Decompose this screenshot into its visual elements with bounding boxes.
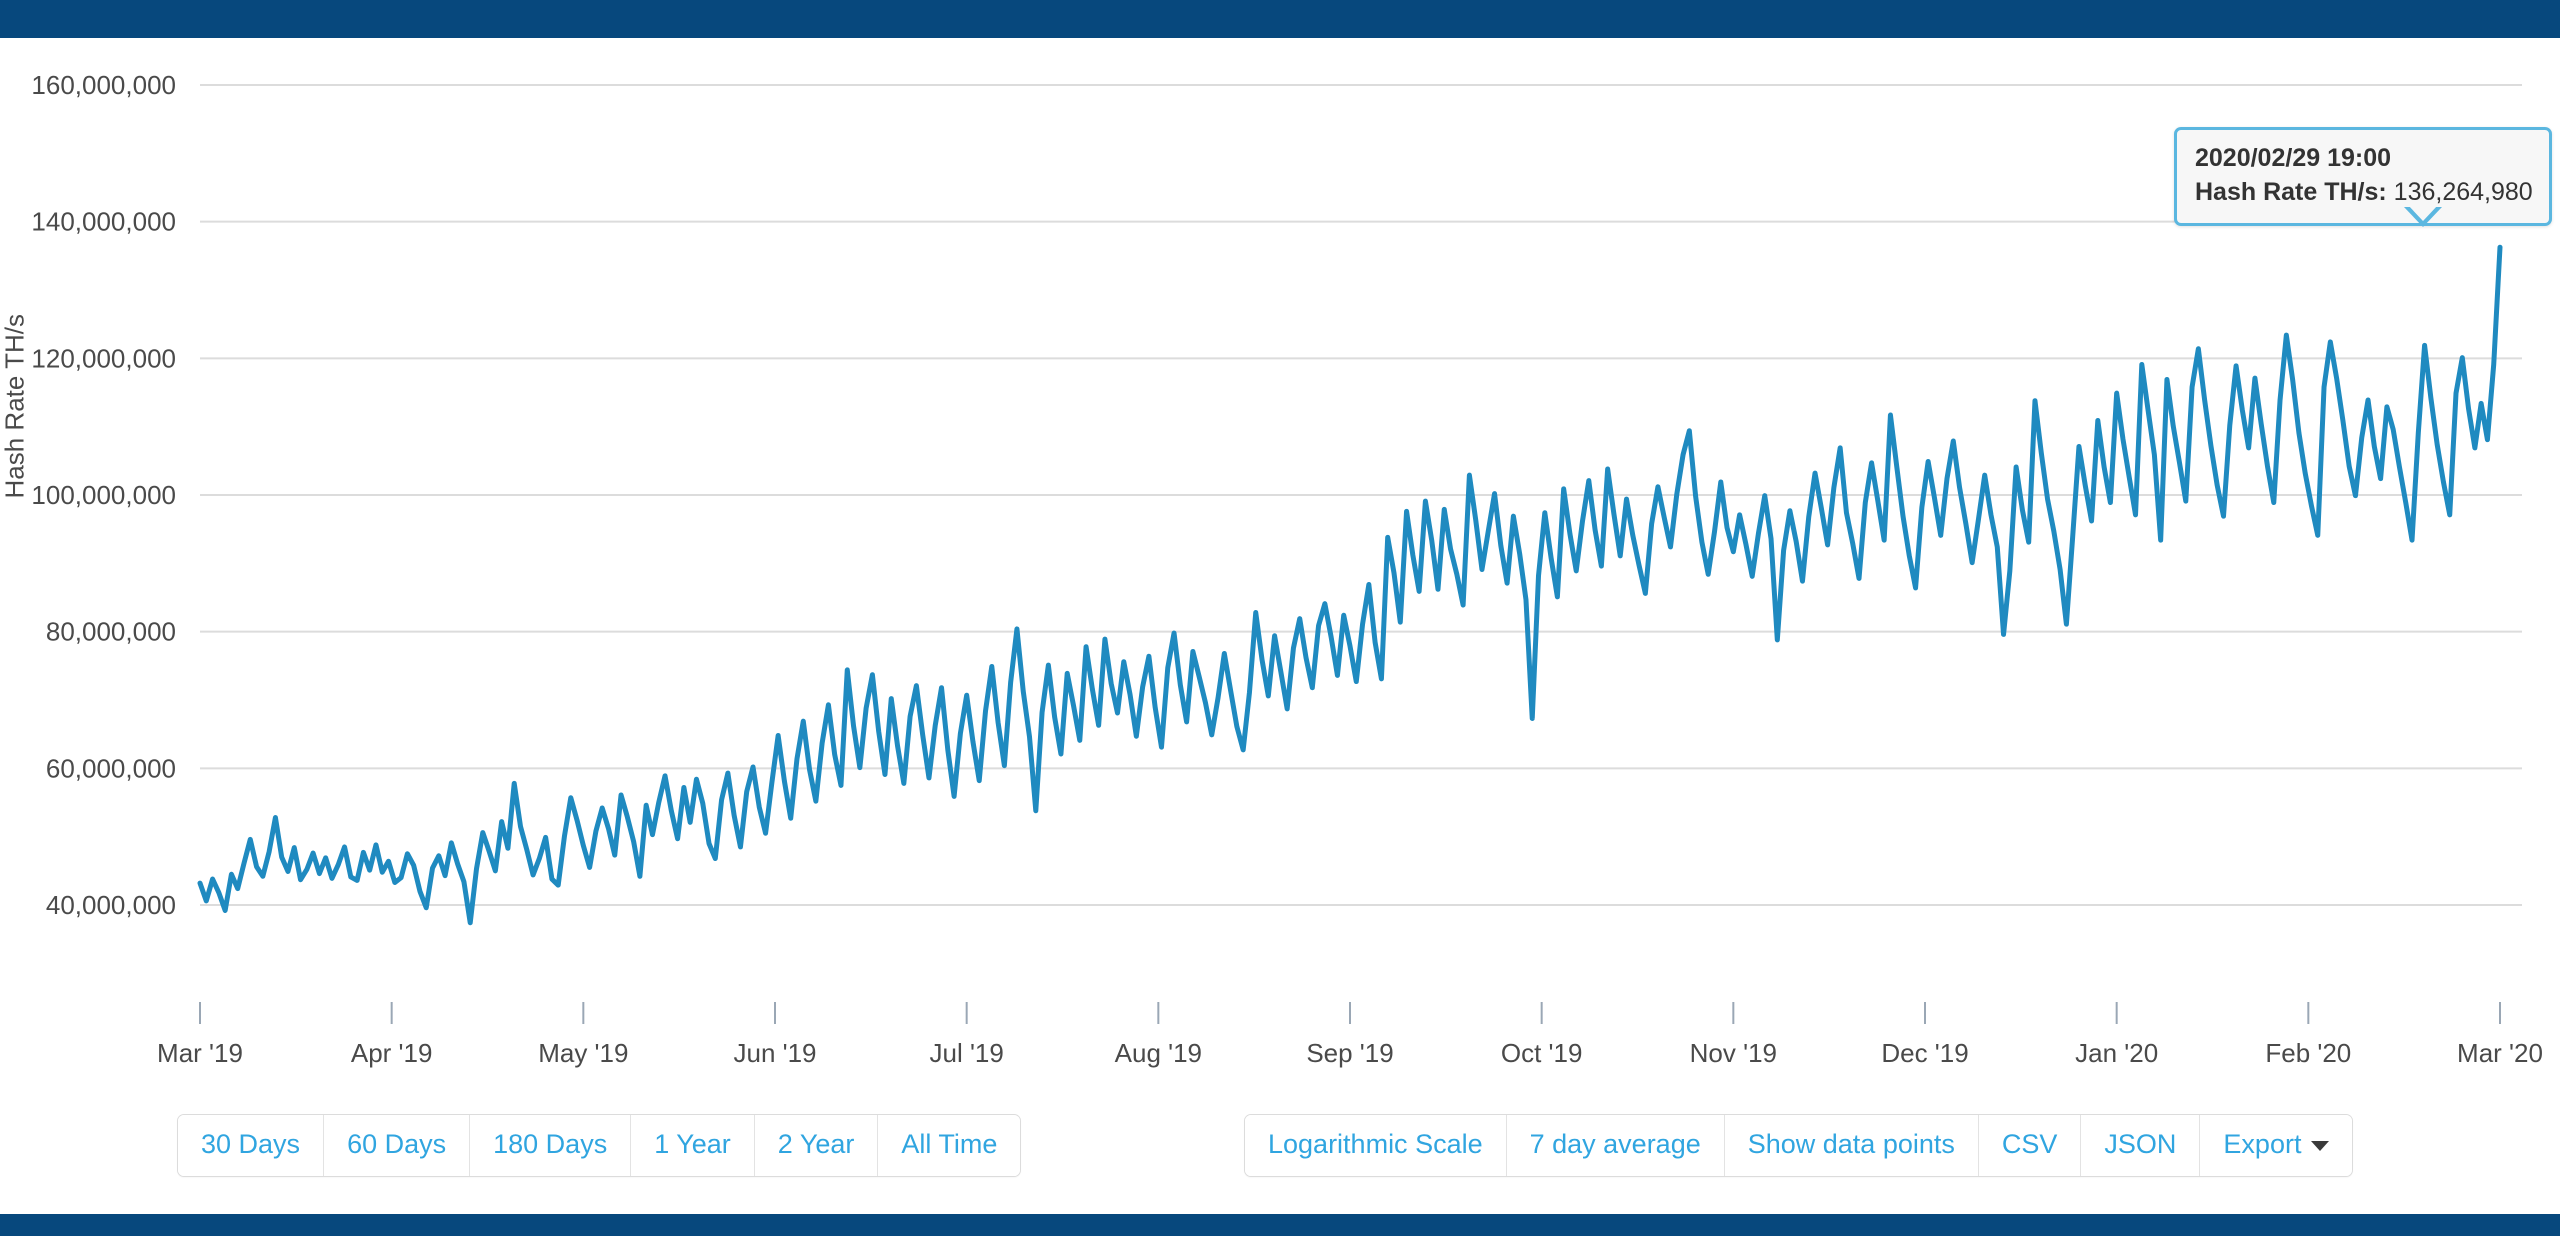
tooltip-separator: : bbox=[2378, 177, 2394, 206]
y-axis-tick-label: 140,000,000 bbox=[31, 207, 176, 237]
x-axis-tick-label: Aug '19 bbox=[1115, 1038, 1202, 1068]
button-label: 1 Year bbox=[654, 1129, 731, 1159]
y-axis-tick-label: 120,000,000 bbox=[31, 343, 176, 373]
tooltip-series-label: Hash Rate TH/s bbox=[2195, 177, 2379, 206]
tooltip-pointer-fill bbox=[2408, 205, 2438, 221]
chart-tooltip: 2020/02/29 19:00 Hash Rate TH/s: 136,264… bbox=[2174, 127, 2552, 226]
option-button-json[interactable]: JSON bbox=[2081, 1115, 2201, 1177]
x-axis-tick-label: Dec '19 bbox=[1881, 1038, 1968, 1068]
button-label: Logarithmic Scale bbox=[1268, 1129, 1483, 1159]
tooltip-date-line: 2020/02/29 19:00 bbox=[2195, 142, 2533, 176]
option-button-csv[interactable]: CSV bbox=[1978, 1115, 2082, 1177]
tooltip-value-line: Hash Rate TH/s: 136,264,980 bbox=[2195, 176, 2533, 210]
range-button-1-year[interactable]: 1 Year bbox=[631, 1115, 755, 1177]
option-button-7-day-average[interactable]: 7 day average bbox=[1506, 1115, 1725, 1177]
chevron-down-icon bbox=[2311, 1140, 2330, 1151]
button-label: 30 Days bbox=[201, 1129, 301, 1159]
tooltip-value: 136,264,980 bbox=[2393, 177, 2533, 206]
x-axis-tick-label: Apr '19 bbox=[351, 1038, 433, 1068]
x-axis-tick-label: Sep '19 bbox=[1306, 1038, 1393, 1068]
range-button-all-time[interactable]: All Time bbox=[878, 1115, 1021, 1177]
tooltip-date: 2020/02/29 19:00 bbox=[2195, 144, 2392, 172]
button-label: CSV bbox=[2001, 1129, 2058, 1159]
y-axis-tick-label: 60,000,000 bbox=[46, 753, 176, 783]
x-axis-tick-label: Mar '19 bbox=[157, 1038, 243, 1068]
hashrate-series-line bbox=[197, 244, 2503, 926]
button-label: All Time bbox=[901, 1129, 998, 1159]
y-axis-tick-label: 40,000,000 bbox=[46, 890, 176, 920]
button-label: 180 Days bbox=[493, 1129, 608, 1159]
x-axis-tick-label: Feb '20 bbox=[2265, 1038, 2351, 1068]
chart-option-button-group: Logarithmic Scale 7 day average Show data … bbox=[1244, 1114, 2354, 1178]
option-button-show-data-points[interactable]: Show data points bbox=[1724, 1115, 1979, 1177]
y-axis-title-text: Hash Rate TH/s bbox=[0, 314, 30, 499]
option-button-logarithmic-scale[interactable]: Logarithmic Scale bbox=[1245, 1115, 1507, 1177]
y-axis-tick-label: 160,000,000 bbox=[31, 70, 176, 100]
range-button-2-year[interactable]: 2 Year bbox=[754, 1115, 879, 1177]
x-axis-tick-label: Mar '20 bbox=[2457, 1038, 2543, 1068]
button-label: 2 Year bbox=[777, 1129, 855, 1159]
button-label: 7 day average bbox=[1529, 1129, 1701, 1159]
x-axis-tick-label: May '19 bbox=[538, 1038, 628, 1068]
time-range-button-group: 30 Days 60 Days 180 Days 1 Year 2 Year All Ti… bbox=[177, 1114, 1022, 1178]
bottom-app-bar bbox=[0, 1214, 2560, 1236]
x-axis-tick-label: Jan '20 bbox=[2075, 1038, 2158, 1068]
button-label: Export bbox=[2223, 1129, 2302, 1159]
range-button-60-days[interactable]: 60 Days bbox=[324, 1115, 471, 1177]
y-axis-tick-label: 100,000,000 bbox=[31, 480, 176, 510]
option-button-export[interactable]: Export bbox=[2200, 1115, 2353, 1177]
x-axis-tick-label: Nov '19 bbox=[1690, 1038, 1777, 1068]
y-axis-tick-label: 80,000,000 bbox=[46, 617, 176, 647]
chart-controls: 30 Days 60 Days 180 Days 1 Year 2 Year All Ti… bbox=[0, 1114, 2560, 1214]
range-button-180-days[interactable]: 180 Days bbox=[470, 1115, 632, 1177]
button-label: JSON bbox=[2104, 1129, 2177, 1159]
x-axis-tick-label: Oct '19 bbox=[1501, 1038, 1583, 1068]
button-label: Show data points bbox=[1747, 1129, 1955, 1159]
button-label: 60 Days bbox=[347, 1129, 447, 1159]
y-axis-title: Hash Rate TH/s bbox=[0, 314, 30, 499]
range-button-30-days[interactable]: 30 Days bbox=[178, 1115, 325, 1177]
x-axis-tick-label: Jul '19 bbox=[929, 1038, 1003, 1068]
hashrate-chart-page: 40,000,000 60,000,000 80,000,000 100,000,00… bbox=[0, 0, 2560, 1236]
x-axis-tick-label: Jun '19 bbox=[733, 1038, 816, 1068]
top-app-bar bbox=[0, 0, 2560, 38]
